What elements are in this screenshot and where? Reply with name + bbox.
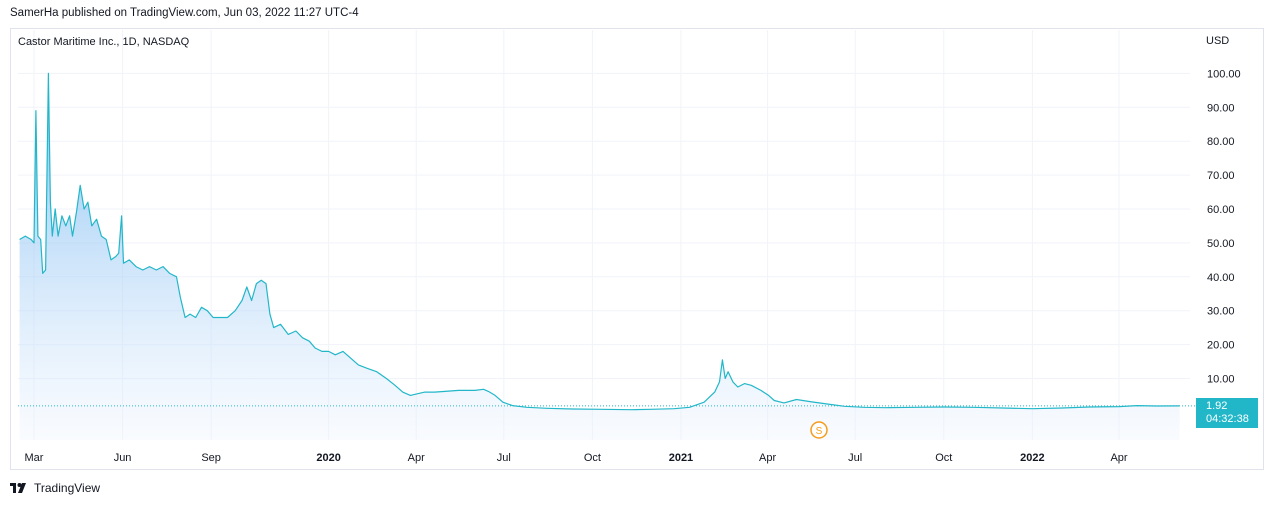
x-tick-label: Apr [759,452,776,464]
x-tick-label: 2022 [1020,452,1044,464]
currency-label: USD [1206,35,1230,47]
chart-title: Castor Maritime Inc., 1D, NASDAQ [18,36,190,48]
split-marker-label: S [816,426,823,437]
x-tick-label: Jul [497,452,511,464]
x-tick-label: Apr [1110,452,1127,464]
footer-brand[interactable]: TradingView [10,481,100,495]
x-tick-label: 2020 [316,452,340,464]
y-tick-label: 40.00 [1207,272,1235,284]
y-tick-label: 20.00 [1207,340,1235,352]
y-tick-label: 10.00 [1207,374,1235,386]
tradingview-logo-icon [10,483,26,493]
x-tick-label: Sep [201,452,221,464]
y-tick-label: 50.00 [1207,238,1235,250]
y-axis: 100.00 90.00 80.00 70.00 60.00 50.00 40.00 30.0… [1207,68,1241,385]
x-tick-label: Oct [935,452,952,464]
price-chart[interactable]: 100.00 90.00 80.00 70.00 60.00 50.00 40.00 30.0… [0,0,1274,506]
y-tick-label: 90.00 [1207,102,1235,114]
y-tick-label: 30.00 [1207,306,1235,318]
last-price-value: 1.92 [1206,400,1228,412]
y-tick-label: 80.00 [1207,136,1235,148]
x-tick-label: Oct [584,452,601,464]
x-tick-label: Jun [114,452,132,464]
y-tick-label: 70.00 [1207,170,1235,182]
y-tick-label: 60.00 [1207,204,1235,216]
x-tick-label: Mar [25,452,44,464]
y-tick-label: 100.00 [1207,68,1241,80]
x-tick-label: Apr [408,452,425,464]
last-price-badge: 1.92 04:32:38 [1196,398,1258,428]
split-marker[interactable]: S [810,421,828,439]
x-axis: Mar Jun Sep 2020 Apr Jul Oct 2021 Apr Jul Oct 2022 A… [25,452,1128,464]
x-tick-label: 2021 [669,452,693,464]
area-path [19,73,1180,441]
area-fill [19,73,1180,441]
bar-countdown: 04:32:38 [1206,413,1249,425]
x-tick-label: Jul [848,452,862,464]
footer-brand-label: TradingView [34,481,101,495]
